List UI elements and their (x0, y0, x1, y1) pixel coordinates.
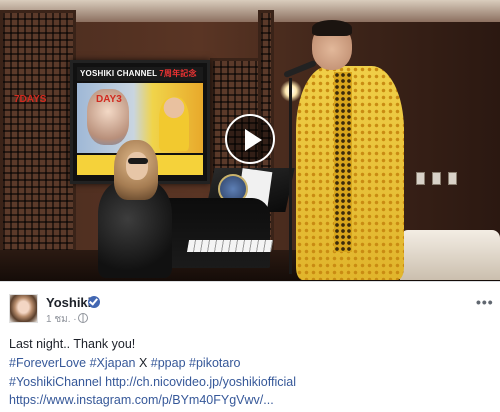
hashtag-foreverlove[interactable]: #ForeverLove (9, 356, 86, 370)
video-player[interactable]: YOSHIKI CHANNEL7周年記念祭 7DAYS DAY3 (0, 0, 500, 281)
instagram-link[interactable]: https://www.instagram.com/p/BYm40FYgVwv/… (9, 393, 274, 407)
wall-switches (416, 172, 462, 185)
globe-icon (78, 313, 88, 323)
play-icon (245, 129, 262, 151)
post-line-3: #YoshikiChannel http://ch.nicovideo.jp/y… (9, 373, 489, 392)
mic-stand (289, 78, 292, 274)
author-name[interactable]: Yoshiki (46, 295, 91, 310)
tv-days-label: 7DAYS (14, 94, 47, 105)
tv-header: YOSHIKI CHANNEL7周年記念祭 (77, 67, 203, 92)
piano-keys (186, 240, 274, 252)
sofa (400, 230, 500, 280)
hashtag-ppap[interactable]: #ppap (151, 356, 186, 370)
hashtag-xjapan[interactable]: #Xjapan (90, 356, 136, 370)
tv-figure (159, 97, 189, 151)
post-timestamp[interactable]: 1 ชม. · (46, 312, 77, 327)
pianist-sunglasses (128, 158, 148, 164)
hashtag-pikotaro[interactable]: #pikotaro (189, 356, 240, 370)
divider (0, 281, 500, 282)
lattice-panel-left (0, 10, 76, 261)
more-options-icon[interactable]: ••• (476, 294, 494, 310)
post-line-2: #ForeverLove #Xjapan X #ppap #pikotaro (9, 354, 489, 373)
separator-x: X (135, 355, 151, 370)
post-text: Last night.. Thank you! #ForeverLove #Xj… (9, 335, 489, 410)
nicovideo-link[interactable]: http://ch.nicovideo.jp/yoshikiofficial (105, 375, 296, 389)
post-line-4: https://www.instagram.com/p/BYm40FYgVwv/… (9, 391, 489, 410)
singer-hair (312, 20, 352, 36)
pianist-face (126, 152, 148, 180)
tv-day3-label: DAY3 (96, 94, 122, 105)
post-line-1: Last night.. Thank you! (9, 337, 136, 351)
hashtag-yoshikichannel[interactable]: #YoshikiChannel (9, 375, 102, 389)
singer-scarf (334, 72, 352, 252)
play-button[interactable] (225, 114, 275, 164)
verified-badge-icon (88, 296, 100, 308)
avatar[interactable] (9, 294, 38, 323)
